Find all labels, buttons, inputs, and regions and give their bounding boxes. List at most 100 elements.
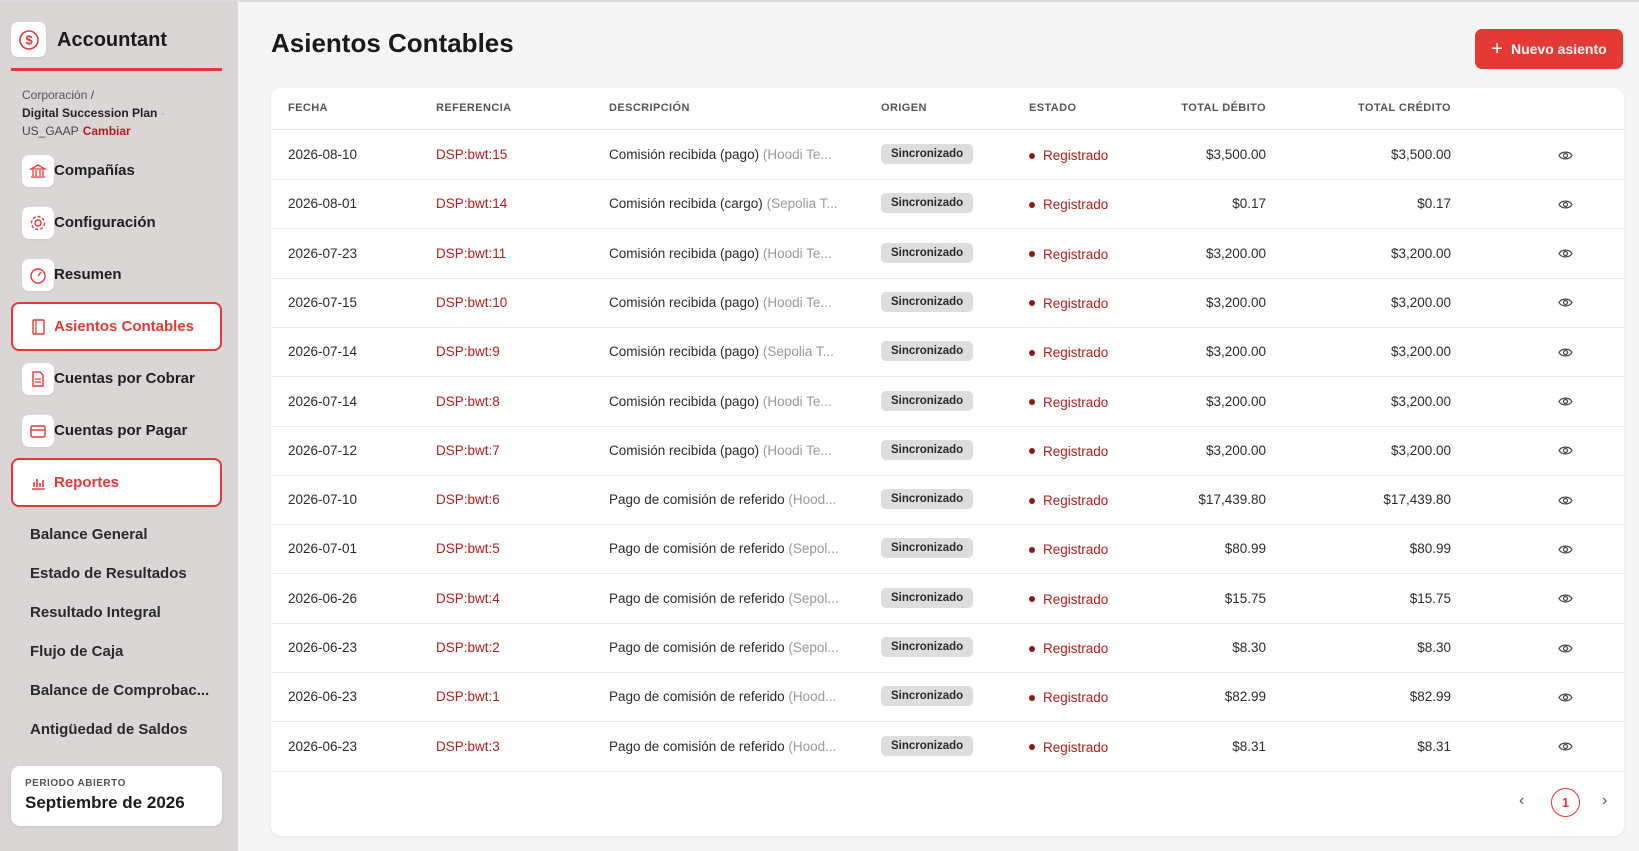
bar-chart-icon xyxy=(22,466,54,499)
table-row[interactable]: 2026-08-10 DSP:bwt:15 Comisión recibida (p… xyxy=(271,131,1624,180)
col-total-debito[interactable]: TOTAL DÉBITO xyxy=(1181,102,1266,114)
new-entry-label: Nuevo asiento xyxy=(1510,41,1607,57)
total-credit: $80.99 xyxy=(1409,541,1451,557)
entry-reference-link[interactable]: DSP:bwt:5 xyxy=(436,541,500,556)
entry-reference-link[interactable]: DSP:bwt:15 xyxy=(436,147,507,162)
table-row[interactable]: 2026-07-23 DSP:bwt:11 Comisión recibida (p… xyxy=(271,230,1624,279)
eye-icon[interactable] xyxy=(1557,739,1573,755)
eye-icon[interactable] xyxy=(1557,246,1573,262)
total-debit: $3,200.00 xyxy=(1205,442,1266,458)
sidebar-item-asientos-contables[interactable]: Asientos Contables xyxy=(11,302,222,351)
eye-icon[interactable] xyxy=(1557,344,1573,360)
entry-reference-link[interactable]: DSP:bwt:11 xyxy=(436,246,506,261)
entry-description: Comisión recibida (pago) (Hoodi Te... xyxy=(609,147,832,162)
table-row[interactable]: 2026-07-14 DSP:bwt:9 Comisión recibida (pa… xyxy=(271,328,1624,378)
entry-description: Pago de comisión de referido (Sepol... xyxy=(609,591,839,606)
description-text: Comisión recibida (pago) xyxy=(609,442,760,458)
table-row[interactable]: 2026-06-23 DSP:bwt:2 Pago de comisión de r… xyxy=(271,624,1624,673)
table-row[interactable]: 2026-06-23 DSP:bwt:1 Pago de comisión de r… xyxy=(271,673,1624,723)
status-text: Registrado xyxy=(1043,197,1109,213)
sidebar-item-cuentas-por-cobrar[interactable]: Cuentas por Cobrar xyxy=(11,354,222,403)
entry-reference-link[interactable]: DSP:bwt:4 xyxy=(436,591,500,606)
table-row[interactable]: 2026-06-23 DSP:bwt:3 Pago de comisión de r… xyxy=(271,723,1624,772)
total-debit: $17,439.80 xyxy=(1198,492,1266,508)
top-border xyxy=(0,0,1639,2)
col-total-credito[interactable]: TOTAL CRÉDITO xyxy=(1358,102,1451,114)
entry-date: 2026-07-15 xyxy=(288,294,358,310)
eye-icon[interactable] xyxy=(1557,394,1573,410)
col-descripcion[interactable]: DESCRIPCIÓN xyxy=(609,102,690,114)
report-estado-resultados[interactable]: Estado de Resultados xyxy=(30,565,187,582)
eye-icon[interactable] xyxy=(1557,541,1573,557)
description-text: Comisión recibida (pago) xyxy=(609,393,760,409)
description-hint: (Sepol... xyxy=(788,590,839,606)
eye-icon[interactable] xyxy=(1557,492,1573,508)
eye-icon[interactable] xyxy=(1557,443,1573,459)
sidebar-item-reportes[interactable]: Reportes xyxy=(11,458,222,507)
status-dot-icon xyxy=(1029,152,1035,159)
entry-reference-link[interactable]: DSP:bwt:3 xyxy=(436,739,500,754)
status-indicator: Registrado xyxy=(1029,247,1108,262)
entry-date: 2026-07-14 xyxy=(288,393,358,409)
entry-reference-link[interactable]: DSP:bwt:10 xyxy=(436,295,507,310)
company-context: Corporación / Digital Succession Plan · … xyxy=(22,86,227,140)
eye-icon[interactable] xyxy=(1557,689,1573,705)
description-hint: (Sepol... xyxy=(788,541,839,557)
change-link[interactable]: Cambiar xyxy=(83,124,131,138)
total-credit: $3,200.00 xyxy=(1390,245,1451,261)
next-page-button[interactable]: › xyxy=(1602,792,1607,810)
eye-icon[interactable] xyxy=(1557,640,1573,656)
report-balance-general[interactable]: Balance General xyxy=(30,526,148,543)
org-breadcrumb[interactable]: Corporación xyxy=(22,88,87,102)
page-1-button[interactable]: 1 xyxy=(1551,788,1580,817)
sidebar-item-resumen[interactable]: Resumen xyxy=(11,250,222,299)
status-dot-icon xyxy=(1029,201,1035,208)
sidebar-item-cuentas-por-pagar[interactable]: Cuentas por Pagar xyxy=(11,406,222,455)
col-referencia[interactable]: REFERENCIA xyxy=(436,102,512,114)
col-estado[interactable]: ESTADO xyxy=(1029,102,1076,114)
eye-icon[interactable] xyxy=(1557,591,1573,607)
eye-icon[interactable] xyxy=(1557,295,1573,311)
origin-badge: Sincronizado xyxy=(881,193,974,214)
entry-date: 2026-06-23 xyxy=(288,738,358,754)
table-row[interactable]: 2026-07-15 DSP:bwt:10 Comisión recibida (p… xyxy=(271,279,1624,328)
status-dot-icon xyxy=(1029,645,1035,652)
eye-icon[interactable] xyxy=(1557,147,1573,163)
table-row[interactable]: 2026-07-14 DSP:bwt:8 Comisión recibida (pa… xyxy=(271,378,1624,427)
col-fecha[interactable]: FECHA xyxy=(288,102,328,114)
table-row[interactable]: 2026-07-12 DSP:bwt:7 Comisión recibida (pa… xyxy=(271,427,1624,476)
report-antiguedad-saldos[interactable]: Antigüedad de Saldos xyxy=(30,721,188,738)
sidebar-item-label: Resumen xyxy=(54,266,122,283)
entry-reference-link[interactable]: DSP:bwt:8 xyxy=(436,394,500,409)
report-balance-comprobacion[interactable]: Balance de Comprobac... xyxy=(30,682,209,699)
eye-icon[interactable] xyxy=(1557,196,1573,212)
document-icon xyxy=(22,362,54,395)
origin-badge: Sincronizado xyxy=(881,735,974,756)
table-row[interactable]: 2026-07-10 DSP:bwt:6 Pago de comisión de r… xyxy=(271,476,1624,526)
sidebar: $ Accountant Corporación / Digital Succe… xyxy=(0,2,238,851)
period-label: PERIODO ABIERTO xyxy=(25,778,126,789)
report-flujo-caja[interactable]: Flujo de Caja xyxy=(30,643,123,660)
book-icon xyxy=(22,310,54,343)
entry-reference-link[interactable]: DSP:bwt:9 xyxy=(436,344,500,359)
col-origen[interactable]: ORIGEN xyxy=(881,102,927,114)
entry-date: 2026-06-23 xyxy=(288,640,358,655)
report-resultado-integral[interactable]: Resultado Integral xyxy=(30,604,161,621)
table-row[interactable]: 2026-07-01 DSP:bwt:5 Pago de comisión de r… xyxy=(271,525,1624,575)
entry-reference-link[interactable]: DSP:bwt:6 xyxy=(436,492,500,507)
entry-reference-link[interactable]: DSP:bwt:1 xyxy=(436,689,500,704)
table-row[interactable]: 2026-08-01 DSP:bwt:14 Comisión recibida (c… xyxy=(271,180,1624,230)
new-entry-button[interactable]: + Nuevo asiento xyxy=(1475,29,1623,69)
sidebar-item-companias[interactable]: Compañías xyxy=(11,146,222,195)
brand[interactable]: $ Accountant xyxy=(11,22,222,71)
description-text: Comisión recibida (pago) xyxy=(609,294,760,310)
sidebar-item-configuracion[interactable]: Configuración xyxy=(11,198,222,247)
sidebar-item-label: Cuentas por Pagar xyxy=(54,422,188,439)
prev-page-button[interactable]: ‹ xyxy=(1519,792,1524,810)
entry-description: Comisión recibida (pago) (Hoodi Te... xyxy=(609,443,832,458)
entry-date: 2026-06-26 xyxy=(288,590,358,606)
entry-reference-link[interactable]: DSP:bwt:7 xyxy=(436,443,500,458)
entry-reference-link[interactable]: DSP:bwt:2 xyxy=(436,640,500,655)
table-row[interactable]: 2026-06-26 DSP:bwt:4 Pago de comisión de r… xyxy=(271,575,1624,624)
entry-reference-link[interactable]: DSP:bwt:14 xyxy=(436,196,507,211)
